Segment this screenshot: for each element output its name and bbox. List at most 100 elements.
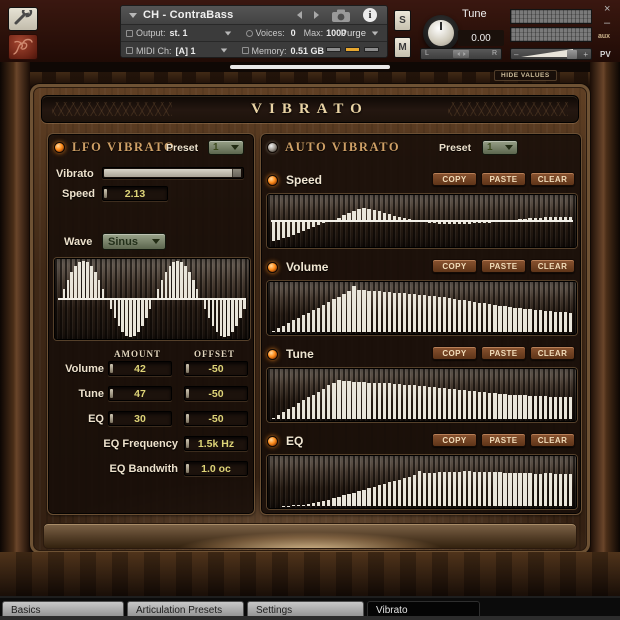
lfo-vibrato-led[interactable] <box>54 142 65 153</box>
instrument-header: CH - ContraBass i Output: st. 1 Voices: … <box>0 0 620 62</box>
auto-vibrato-title: AUTO VIBRATO <box>285 140 400 155</box>
purge-menu[interactable]: Purge <box>341 28 379 39</box>
rack-scrollbar[interactable] <box>230 65 390 69</box>
eq-clear-button[interactable]: CLEAR <box>530 433 575 447</box>
vibrato-slider-handle[interactable] <box>232 169 241 177</box>
close-icon[interactable]: × <box>604 4 610 14</box>
carved-wood-pillar-left <box>0 62 30 552</box>
speed-clear-button[interactable]: CLEAR <box>530 172 575 186</box>
tune-envelope-graph[interactable] <box>267 368 577 422</box>
auto-preset-dropdown[interactable]: 1 <box>482 140 518 155</box>
minimize-icon[interactable]: – <box>604 18 610 28</box>
output-dropdown-arrow[interactable] <box>224 31 230 35</box>
auto-tune-label: Tune <box>286 347 314 361</box>
aux-label[interactable]: aux <box>598 33 610 40</box>
lfo-speed-field[interactable]: 2.13 <box>102 186 168 201</box>
volume-envelope-graph[interactable] <box>267 281 577 335</box>
memory-value: 0.51 GB <box>291 46 325 56</box>
midi-dropdown-arrow[interactable] <box>220 49 226 53</box>
level-meter-right <box>510 27 592 42</box>
volume-handle[interactable] <box>567 50 577 59</box>
volume-slider[interactable]: – + <box>510 48 592 60</box>
auto-preset-label: Preset <box>439 142 471 154</box>
instrument-header-panel: CH - ContraBass i Output: st. 1 Voices: … <box>120 5 388 58</box>
eq-frequency-field[interactable]: 1.5k Hz <box>184 436 248 451</box>
volume-amount-field[interactable]: 42 <box>108 361 172 376</box>
memory-icon <box>242 47 249 54</box>
auto-eq-led[interactable] <box>267 436 278 447</box>
voices-icon <box>246 30 253 37</box>
tune-offset-field[interactable]: -50 <box>184 386 248 401</box>
tune-value[interactable]: 0.00 <box>458 30 504 46</box>
hide-values-button[interactable]: HIDE VALUES <box>494 70 557 81</box>
output-value[interactable]: st. 1 <box>170 28 188 38</box>
tune-amount-field[interactable]: 47 <box>108 386 172 401</box>
wrench-edit-button[interactable] <box>8 7 38 31</box>
auto-vibrato-panel: AUTO VIBRATO Preset 1 Speed COPY PASTE C… <box>260 133 582 515</box>
speed-copy-button[interactable]: COPY <box>432 172 477 186</box>
pan-right-label: R <box>492 50 497 57</box>
eq-bandwith-field[interactable]: 1.0 oc <box>184 461 248 476</box>
chevron-down-icon <box>505 145 513 150</box>
purge-light-2 <box>345 47 360 52</box>
instrument-minimize-arrow[interactable] <box>129 13 137 18</box>
midi-icon <box>126 47 133 54</box>
carved-wood-pillar-right <box>590 62 620 552</box>
wrench-icon <box>13 10 33 29</box>
tune-knob[interactable] <box>423 15 459 51</box>
eq-copy-button[interactable]: COPY <box>432 433 477 447</box>
auto-eq-label: EQ <box>286 434 303 448</box>
lfo-waveform-display <box>54 258 250 340</box>
auto-speed-label: Speed <box>286 173 322 187</box>
max-label: Max: <box>304 28 324 38</box>
chevron-down-icon <box>231 145 239 150</box>
mute-button[interactable]: M <box>394 37 411 58</box>
auto-speed-led[interactable] <box>267 175 278 186</box>
eq-offset-field[interactable]: -50 <box>184 411 248 426</box>
auto-volume-led[interactable] <box>267 262 278 273</box>
volume-minus-label: – <box>514 50 518 59</box>
tune-paste-button[interactable]: PASTE <box>481 346 526 360</box>
lfo-preset-dropdown[interactable]: 1 <box>208 140 244 155</box>
memory-label: Memory: <box>252 46 287 56</box>
tune-copy-button[interactable]: COPY <box>432 346 477 360</box>
midi-channel-label: MIDI Ch: <box>136 46 172 56</box>
solo-button[interactable]: S <box>394 10 411 31</box>
voices-value: 0 <box>291 28 296 38</box>
volume-clear-button[interactable]: CLEAR <box>530 259 575 273</box>
footer-strip <box>43 523 577 549</box>
purge-label: Purge <box>341 28 366 39</box>
next-instrument-arrow[interactable] <box>314 11 319 19</box>
pan-slider[interactable]: L R <box>420 48 502 60</box>
eq-row-label: EQ <box>48 413 104 425</box>
vibrato-slider[interactable] <box>102 167 244 179</box>
chevron-down-icon <box>152 239 160 244</box>
auto-volume-header: Volume COPY PASTE CLEAR <box>267 257 575 277</box>
brand-logo <box>8 34 38 60</box>
volume-paste-button[interactable]: PASTE <box>481 259 526 273</box>
purge-status-lights <box>326 47 379 52</box>
carved-wood-border-bottom <box>0 552 620 596</box>
instrument-performance-view: VIBRATO LFO VIBRATO Preset 1 Vibrato Spe… <box>30 84 590 554</box>
volume-copy-button[interactable]: COPY <box>432 259 477 273</box>
auto-vibrato-led[interactable] <box>267 142 278 153</box>
speed-envelope-graph[interactable] <box>267 194 577 248</box>
tune-clear-button[interactable]: CLEAR <box>530 346 575 360</box>
voices-label: Voices: <box>256 28 285 38</box>
volume-row-label: Volume <box>48 363 104 375</box>
midi-channel-value[interactable]: [A] 1 <box>176 46 196 56</box>
eq-envelope-graph[interactable] <box>267 455 577 509</box>
lfo-preset-label: Preset <box>166 142 198 154</box>
pan-handle[interactable] <box>453 50 469 58</box>
info-icon[interactable]: i <box>363 8 377 22</box>
volume-offset-field[interactable]: -50 <box>184 361 248 376</box>
eq-amount-field[interactable]: 30 <box>108 411 172 426</box>
prev-instrument-arrow[interactable] <box>297 11 302 19</box>
speed-paste-button[interactable]: PASTE <box>481 172 526 186</box>
auto-tune-led[interactable] <box>267 349 278 360</box>
pv-label[interactable]: PV <box>600 50 611 59</box>
eq-paste-button[interactable]: PASTE <box>481 433 526 447</box>
level-meter-left <box>510 9 592 24</box>
purge-dropdown-arrow <box>372 32 378 36</box>
wave-dropdown[interactable]: Sinus <box>102 233 166 250</box>
